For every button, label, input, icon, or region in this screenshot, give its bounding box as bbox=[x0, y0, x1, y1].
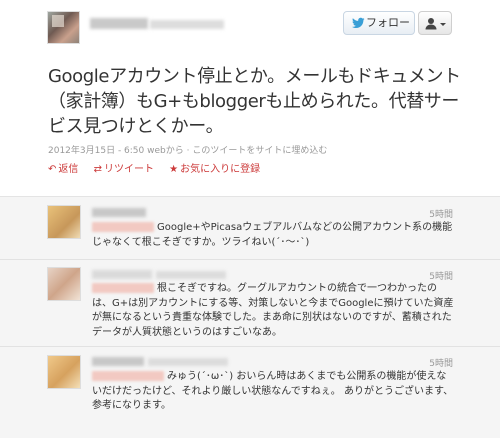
tweet-meta[interactable]: 2012年3月15日 - 6:50 webから · このツイートをサイトに埋め込… bbox=[48, 143, 327, 156]
reply-avatar[interactable] bbox=[47, 205, 81, 239]
user-menu-button[interactable] bbox=[418, 11, 452, 35]
reply-item[interactable]: 5時間 みゅう(´･ω･`) おいらん時はあくまでも公開系の機能が使えないだけだ… bbox=[0, 347, 500, 439]
main-tweet: フォロー Googleアカウント停止とか。メールもドキュメント（家計簿）もG+も… bbox=[0, 0, 500, 196]
mention-redacted[interactable] bbox=[92, 371, 164, 381]
reply-label: 返信 bbox=[58, 164, 79, 175]
reply-item[interactable]: 5時間 根こそぎですね。グーグルアカウントの統合で一つわかったのは、G+は別アカ… bbox=[0, 260, 500, 346]
tweet-actions: ↶ 返信 ⇄ リツイート ★ お気に入りに登録 bbox=[48, 160, 272, 175]
reply-time[interactable]: 5時間 bbox=[429, 269, 453, 282]
retweet-action[interactable]: ⇄ リツイート bbox=[94, 164, 158, 175]
reply-arrow-icon: ↶ bbox=[48, 164, 57, 175]
reply-avatar[interactable] bbox=[47, 355, 81, 389]
mention-redacted[interactable] bbox=[92, 222, 154, 232]
reply-item[interactable]: 5時間 Google+やPicasaウェブアルバムなどの公開アカウント系の機能じ… bbox=[0, 197, 500, 259]
reply-time[interactable]: 5時間 bbox=[429, 207, 453, 220]
star-icon: ★ bbox=[169, 164, 179, 175]
retweet-icon: ⇄ bbox=[93, 164, 102, 175]
reply-text: 根こそぎですね。グーグルアカウントの統合で一つわかったのは、G+は別アカウントに… bbox=[92, 282, 454, 340]
reply-handle-redacted[interactable] bbox=[148, 358, 228, 366]
reply-name-redacted[interactable] bbox=[92, 208, 146, 217]
favorite-label: お気に入りに登録 bbox=[180, 164, 261, 175]
reply-text: Google+やPicasaウェブアルバムなどの公開アカウント系の機能じゃなくて… bbox=[92, 221, 454, 250]
favorite-action[interactable]: ★ お気に入りに登録 bbox=[169, 164, 260, 175]
mention-redacted[interactable] bbox=[92, 283, 154, 293]
retweet-label: リツイート bbox=[103, 164, 154, 175]
replies-list: 5時間 Google+やPicasaウェブアルバムなどの公開アカウント系の機能じ… bbox=[0, 196, 500, 438]
reply-action[interactable]: ↶ 返信 bbox=[48, 164, 82, 175]
reply-text: みゅう(´･ω･`) おいらん時はあくまでも公開系の機能が使えないだけだったけど… bbox=[92, 370, 454, 414]
reply-time[interactable]: 5時間 bbox=[429, 356, 453, 369]
reply-name-redacted[interactable] bbox=[92, 357, 144, 366]
tweet-text: Googleアカウント停止とか。メールもドキュメント（家計簿）もG+もblogg… bbox=[48, 66, 461, 137]
follow-label: フォロー bbox=[366, 16, 410, 29]
reply-avatar[interactable] bbox=[47, 267, 81, 301]
reply-handle-redacted[interactable] bbox=[156, 271, 226, 279]
author-name-redacted[interactable] bbox=[90, 18, 148, 29]
follow-button[interactable]: フォロー bbox=[343, 11, 415, 35]
user-dropdown-icon bbox=[425, 18, 446, 30]
author-handle-redacted[interactable] bbox=[150, 20, 224, 29]
reply-name-redacted[interactable] bbox=[92, 270, 152, 279]
author-avatar[interactable] bbox=[47, 11, 80, 44]
bird-icon bbox=[352, 17, 365, 29]
